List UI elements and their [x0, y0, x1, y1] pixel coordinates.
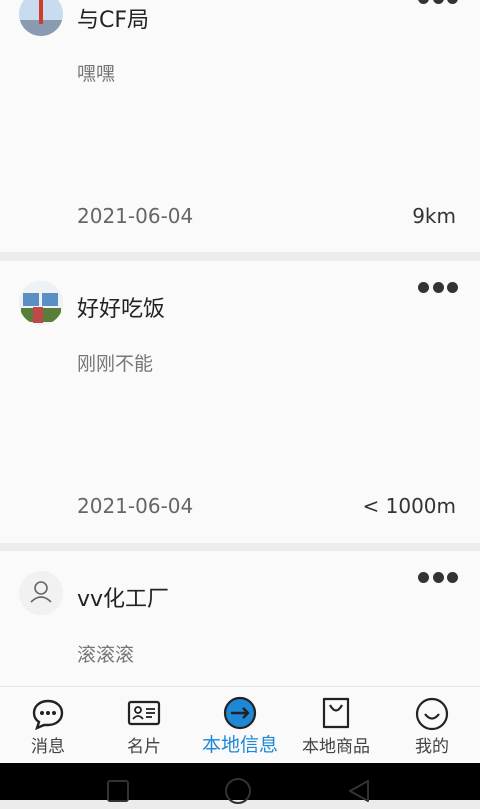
more-options-button[interactable]: [418, 0, 458, 5]
post-card[interactable]: vv化工厂 滚滚滚: [0, 551, 480, 686]
home-button[interactable]: [224, 777, 252, 809]
recents-button[interactable]: [106, 779, 130, 807]
tab-local-info[interactable]: 本地信息: [192, 687, 288, 764]
tab-label: 我的: [415, 737, 449, 757]
avatar[interactable]: [19, 571, 63, 615]
tab-local-goods[interactable]: 本地商品: [288, 687, 384, 764]
post-distance: < 1000m: [362, 494, 457, 518]
tab-messages[interactable]: 消息: [0, 687, 96, 764]
tab-business-card[interactable]: 名片: [96, 687, 192, 764]
back-button[interactable]: [346, 779, 372, 807]
post-distance: 9km: [412, 204, 456, 228]
tab-label: 名片: [127, 737, 161, 757]
post-author-name[interactable]: vv化工厂: [77, 581, 169, 613]
post-text: 滚滚滚: [77, 644, 135, 666]
avatar[interactable]: [19, 0, 63, 36]
tab-mine[interactable]: 我的: [384, 687, 480, 764]
message-icon: [31, 698, 65, 734]
shopping-bag-icon: [319, 696, 353, 734]
business-card-icon: [127, 698, 161, 732]
default-user-icon: [19, 571, 63, 615]
post-text: 嘿嘿: [77, 63, 116, 85]
post-text: 刚刚不能: [77, 353, 154, 375]
local-info-icon: [223, 696, 257, 734]
post-author-name[interactable]: 好好吃饭: [77, 291, 165, 323]
post-author-name[interactable]: 与CF局: [77, 2, 149, 34]
tab-label: 消息: [31, 737, 65, 757]
tab-label: 本地商品: [302, 737, 370, 757]
post-card[interactable]: 好好吃饭 刚刚不能 2021-06-04 < 1000m: [0, 261, 480, 543]
post-card[interactable]: 与CF局 嘿嘿 2021-06-04 9km: [0, 0, 480, 252]
post-date: 2021-06-04: [77, 494, 194, 518]
system-navigation-bar: [0, 763, 480, 804]
more-options-button[interactable]: [418, 570, 458, 584]
bottom-tab-bar: 消息 名片 本地信息 本地商品 我的: [0, 686, 480, 764]
more-options-button[interactable]: [418, 280, 458, 294]
post-date: 2021-06-04: [77, 204, 194, 228]
avatar[interactable]: [19, 281, 63, 325]
smiley-icon: [415, 697, 449, 735]
tab-label: 本地信息: [201, 734, 278, 756]
post-feed[interactable]: 与CF局 嘿嘿 2021-06-04 9km 好好吃饭 刚刚不能 2021-06…: [0, 0, 480, 686]
